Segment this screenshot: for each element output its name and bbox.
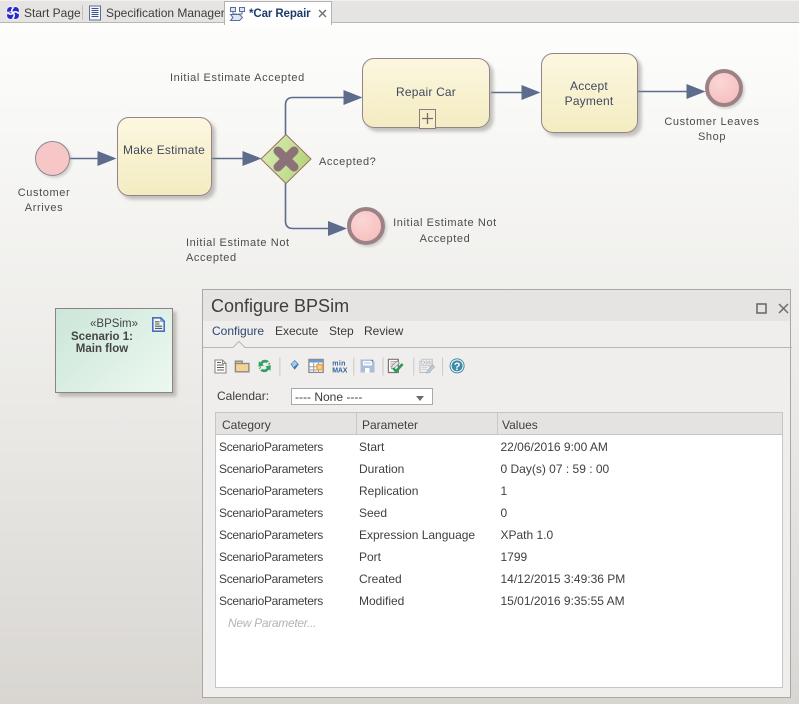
svg-text:?: ?: [454, 361, 461, 373]
svg-text:min: min: [332, 361, 345, 368]
svg-text:MAX: MAX: [332, 368, 347, 375]
svg-text:XML: XML: [423, 360, 434, 366]
